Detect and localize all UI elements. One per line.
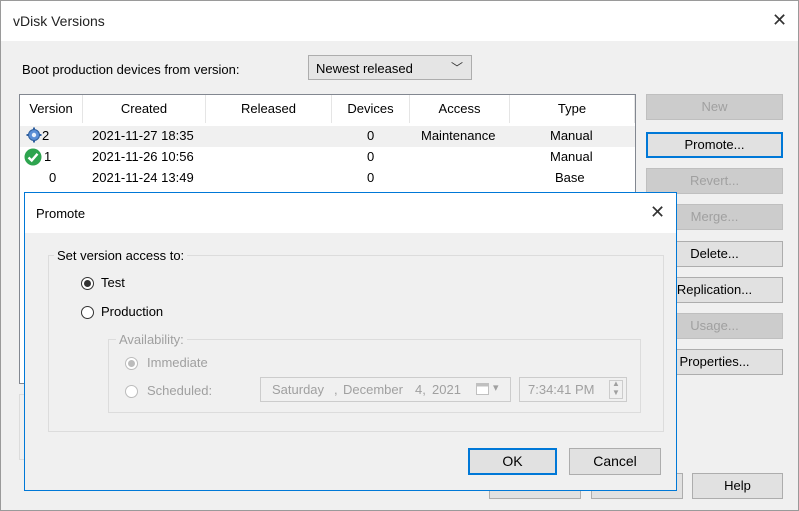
column-header-devices[interactable]: Devices: [332, 95, 410, 123]
new-button[interactable]: New: [646, 94, 783, 120]
dialog-close-icon[interactable]: ✕: [650, 203, 665, 221]
revert-button[interactable]: Revert...: [646, 168, 783, 194]
schedule-date-picker[interactable]: Saturday , December 4, 2021 ▾: [260, 377, 511, 402]
schedule-time-picker[interactable]: 7:34:41 PM ▲ ▼: [519, 377, 627, 402]
immediate-radio[interactable]: [125, 357, 138, 370]
test-label: Test: [101, 275, 125, 290]
devices-cell: 0: [367, 170, 375, 185]
test-radio[interactable]: [81, 277, 94, 290]
version-cell: 1: [44, 149, 52, 164]
title-bar: vDisk Versions ✕: [1, 1, 798, 41]
spin-up-icon[interactable]: ▲: [612, 379, 620, 388]
calendar-icon[interactable]: [476, 383, 490, 399]
date-chevron-down-icon[interactable]: ▾: [493, 381, 499, 394]
green-check-icon: [24, 148, 42, 169]
dialog-title-bar: Promote ✕: [25, 193, 676, 233]
type-cell: Manual: [550, 149, 593, 164]
access-group-label: Set version access to:: [54, 248, 188, 263]
close-icon[interactable]: ✕: [772, 11, 787, 29]
production-radio[interactable]: [81, 306, 94, 319]
date-daynum: 4,: [415, 382, 426, 397]
date-year: 2021: [432, 382, 461, 397]
time-value: 7:34:41 PM: [528, 382, 595, 397]
access-cell: Maintenance: [421, 128, 496, 143]
type-cell: Manual: [550, 128, 593, 143]
column-header-type[interactable]: Type: [510, 95, 635, 123]
version-cell: 2: [42, 128, 50, 143]
table-row[interactable]: 1 2021-11-26 10:56 0 Manual: [20, 147, 635, 168]
table-row[interactable]: 0 2021-11-24 13:49 0 Base: [20, 168, 635, 189]
date-day: Saturday: [272, 382, 325, 397]
time-spinner[interactable]: ▲ ▼: [609, 379, 623, 399]
cancel-button[interactable]: Cancel: [569, 448, 661, 475]
promote-button[interactable]: Promote...: [646, 132, 783, 158]
dialog-title: Promote: [36, 206, 86, 221]
created-cell: 2021-11-27 18:35: [92, 128, 194, 143]
boot-version-label: Boot production devices from version:: [22, 62, 240, 77]
promote-dialog: Promote ✕ Set version access to: Test Pr…: [24, 192, 677, 491]
chevron-down-icon: ﹀: [450, 61, 463, 75]
type-cell: Base: [555, 170, 585, 185]
scheduled-radio[interactable]: [125, 385, 138, 398]
date-comma: ,: [334, 382, 338, 397]
column-header-access[interactable]: Access: [410, 95, 510, 123]
version-cell: 0: [49, 170, 57, 185]
window-title: vDisk Versions: [13, 13, 105, 29]
table-row[interactable]: 2 2021-11-27 18:35 0 Maintenance Manual: [20, 126, 635, 147]
devices-cell: 0: [367, 128, 375, 143]
created-cell: 2021-11-26 10:56: [92, 149, 194, 164]
column-header-created[interactable]: Created: [83, 95, 206, 123]
production-label: Production: [101, 304, 164, 319]
gear-icon: [26, 127, 42, 146]
availability-label: Availability:: [116, 332, 187, 347]
scheduled-label: Scheduled:: [147, 383, 213, 398]
created-cell: 2021-11-24 13:49: [92, 170, 194, 185]
spin-down-icon[interactable]: ▼: [612, 388, 620, 397]
help-button[interactable]: Help: [692, 473, 783, 499]
boot-version-select[interactable]: Newest released ﹀: [308, 55, 472, 80]
boot-version-value: Newest released: [316, 61, 413, 76]
column-header-version[interactable]: Version: [20, 95, 83, 123]
devices-cell: 0: [367, 149, 375, 164]
column-header-released[interactable]: Released: [206, 95, 332, 123]
immediate-label: Immediate: [147, 355, 208, 370]
ok-button[interactable]: OK: [468, 448, 557, 475]
date-month: December: [343, 382, 403, 397]
